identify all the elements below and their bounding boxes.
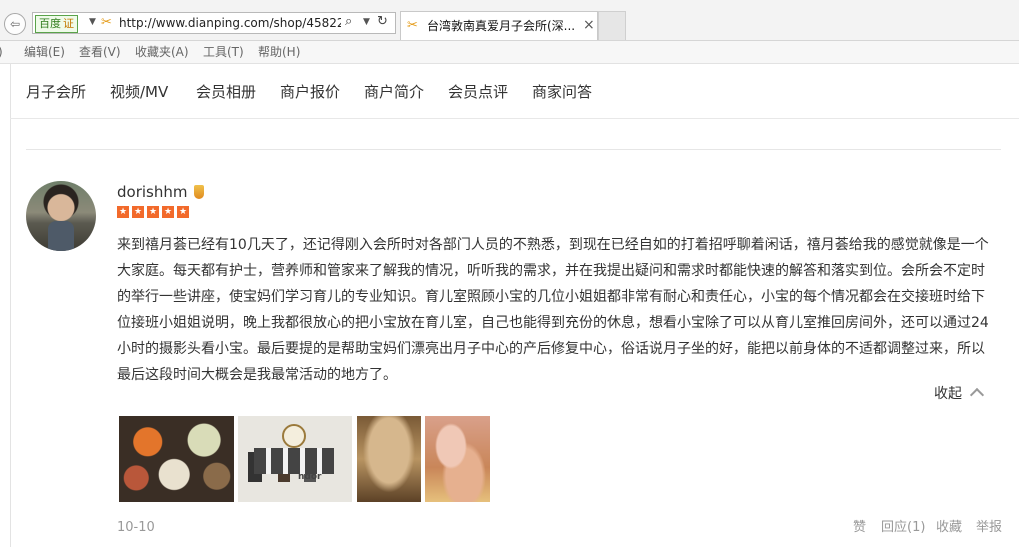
tab-favicon-icon: ✂	[407, 18, 418, 33]
menu-item-edit[interactable]: 编辑(E)	[24, 44, 65, 60]
menu-bar: ) 编辑(E) 查看(V) 收藏夹(A) 工具(T) 帮助(H)	[0, 41, 1019, 64]
dropdown-arrow-icon[interactable]: ▼	[89, 17, 96, 27]
photo-frames-shape	[254, 448, 334, 474]
menu-item-file-edge[interactable]: )	[0, 44, 3, 60]
avatar[interactable]	[26, 181, 96, 251]
shop-nav: 月子会所 视频/MV 会员相册 商户报价 商户简介 会员点评 商家问答	[10, 68, 1019, 119]
section-divider	[26, 149, 1001, 150]
vip-badge-icon	[194, 185, 204, 199]
nav-item-album[interactable]: 会员相册	[196, 82, 256, 102]
star-icon: ★	[177, 206, 189, 218]
favorite-button[interactable]: 收藏	[936, 520, 962, 536]
search-engine-badge[interactable]: 百度证	[35, 15, 78, 33]
nav-item-profile[interactable]: 商户简介	[364, 82, 424, 102]
photo-logo-text: ndor	[298, 472, 322, 482]
chevron-up-icon	[969, 387, 985, 403]
address-bar[interactable]: 百度证 ▼ ✂ http://www.dianping.com/shop/458…	[32, 12, 396, 34]
menu-item-favorites[interactable]: 收藏夹(A)	[135, 44, 189, 60]
menu-item-view[interactable]: 查看(V)	[79, 44, 121, 60]
browser-tab[interactable]: ✂ 台湾敦南真爱月子会所(深... ×	[400, 11, 598, 40]
close-icon[interactable]: ×	[583, 17, 595, 33]
collapse-label: 收起	[934, 386, 962, 402]
avatar-figure	[48, 221, 74, 251]
star-icon: ★	[132, 206, 144, 218]
nav-item-reviews[interactable]: 会员点评	[448, 82, 508, 102]
nav-item-video[interactable]: 视频/MV	[110, 82, 168, 102]
reply-button[interactable]: 回应(1)	[881, 520, 925, 536]
url-text[interactable]: http://www.dianping.com/shop/45822	[119, 15, 341, 31]
search-icon[interactable]: ⌕	[345, 14, 352, 29]
back-arrow-icon[interactable]: ⇦	[4, 13, 26, 35]
review-photo-spa[interactable]	[425, 416, 490, 502]
nav-item-pricing[interactable]: 商户报价	[280, 82, 340, 102]
review-photo-decor[interactable]	[357, 416, 421, 502]
tab-title: 台湾敦南真爱月子会所(深...	[427, 19, 575, 33]
site-favicon-icon: ✂	[101, 15, 112, 30]
star-icon: ★	[117, 206, 129, 218]
report-button[interactable]: 举报	[976, 520, 1002, 536]
review-photo-wall[interactable]: ndor	[238, 416, 352, 502]
cert-label: 证	[63, 17, 74, 30]
review-photo-food[interactable]	[119, 416, 234, 502]
collapse-button[interactable]: 收起	[934, 384, 985, 404]
menu-item-help[interactable]: 帮助(H)	[258, 44, 300, 60]
like-button[interactable]: 赞	[853, 520, 866, 536]
address-dropdown-icon[interactable]: ▼	[363, 17, 370, 27]
nav-item-maternity-center[interactable]: 月子会所	[26, 82, 86, 102]
star-rating: ★ ★ ★ ★ ★	[117, 206, 192, 218]
search-engine-label: 百度	[39, 17, 61, 30]
browser-toolbar: ⇦ 百度证 ▼ ✂ http://www.dianping.com/shop/4…	[0, 0, 1019, 41]
star-icon: ★	[162, 206, 174, 218]
menu-item-tools[interactable]: 工具(T)	[203, 44, 244, 60]
username[interactable]: dorishhm	[117, 183, 187, 201]
clock-shape	[282, 424, 306, 448]
review-date: 10-10	[117, 520, 155, 535]
refresh-icon[interactable]: ↻	[377, 14, 388, 29]
new-tab-button[interactable]	[598, 11, 626, 40]
nav-item-qa[interactable]: 商家问答	[532, 82, 592, 102]
review-text: 来到禧月荟已经有10几天了，还记得刚入会所时对各部门人员的不熟悉，到现在已经自如…	[117, 237, 989, 383]
star-icon: ★	[147, 206, 159, 218]
